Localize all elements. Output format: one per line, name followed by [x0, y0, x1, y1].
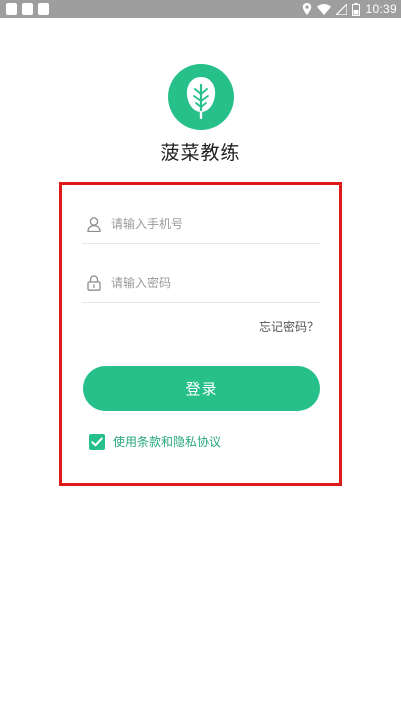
- clock: 10:39: [365, 2, 397, 16]
- login-button[interactable]: 登录: [83, 366, 320, 411]
- wifi-icon: [317, 3, 332, 15]
- agreement-row[interactable]: 使用条款和隐私协议: [89, 433, 221, 450]
- password-field[interactable]: [82, 264, 320, 303]
- forgot-password-link[interactable]: 忘记密码？: [259, 318, 319, 335]
- app-title: 菠菜教练: [160, 142, 241, 164]
- spinach-leaf-icon: [186, 77, 216, 119]
- notification-icon: [38, 3, 49, 15]
- battery-icon: [352, 2, 361, 16]
- location-icon: [302, 3, 312, 15]
- signal-icon: [336, 3, 348, 15]
- notification-icon: [22, 3, 33, 15]
- notification-icons: [6, 3, 49, 15]
- user-icon: [85, 215, 103, 233]
- phone-field[interactable]: [82, 205, 320, 244]
- check-icon: [91, 437, 103, 446]
- agreement-label[interactable]: 使用条款和隐私协议: [113, 433, 221, 450]
- app-logo: [168, 64, 234, 130]
- agreement-checkbox[interactable]: [89, 433, 105, 450]
- phone-input[interactable]: [111, 217, 301, 231]
- password-input[interactable]: [111, 276, 301, 290]
- status-bar: 10:39: [0, 0, 401, 18]
- lock-icon: [85, 274, 103, 292]
- notification-icon: [6, 3, 17, 15]
